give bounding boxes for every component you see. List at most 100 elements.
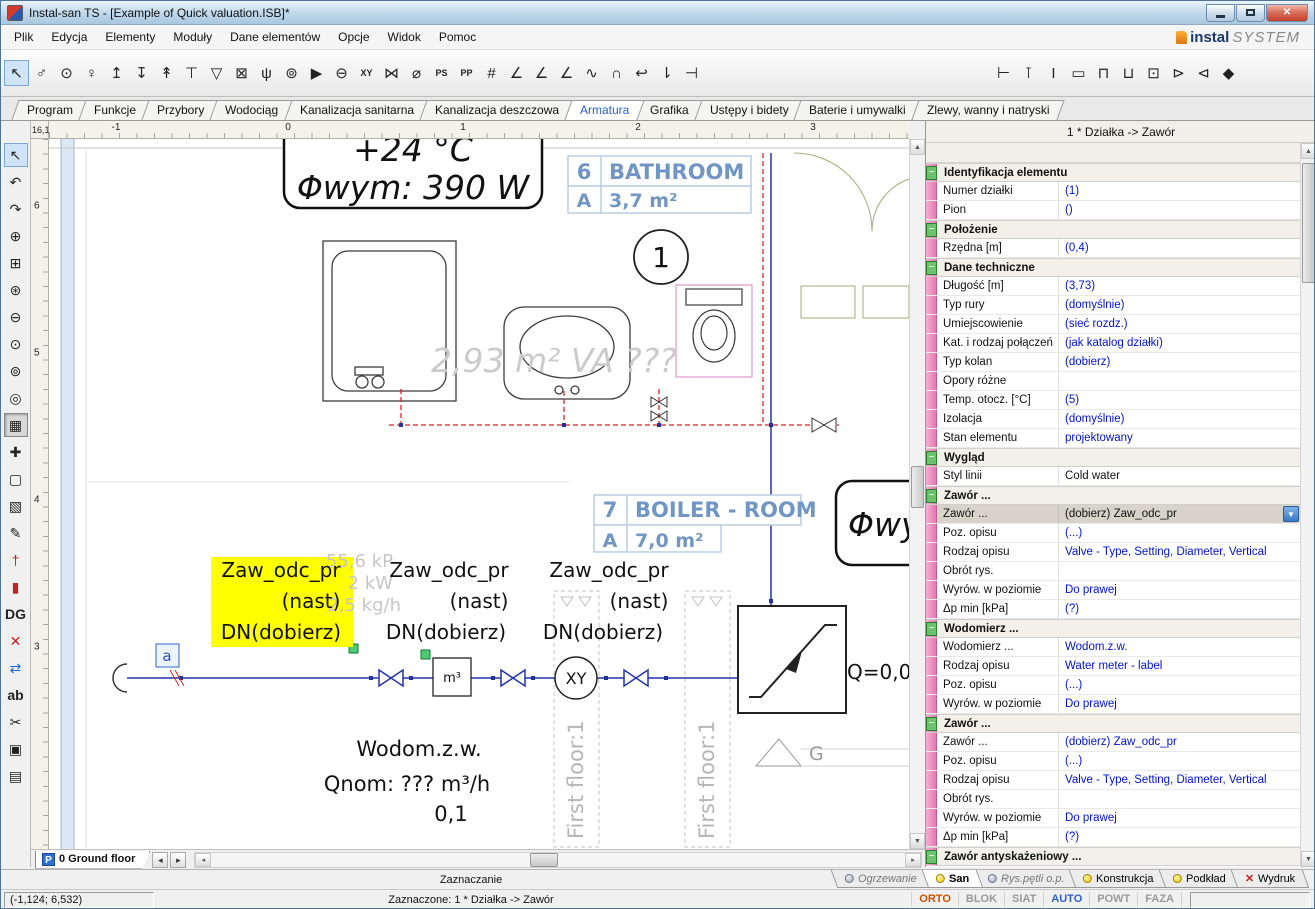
property-value[interactable]: Cold water	[1059, 467, 1300, 485]
select-tool-icon[interactable]: ↖	[4, 143, 28, 167]
layer-tab-wydruk[interactable]: ✕Wydruk	[1230, 870, 1309, 888]
property-numer-działki[interactable]: Numer działki(1)	[926, 182, 1300, 201]
panel-scroll-down-icon[interactable]: ▼	[1301, 851, 1315, 867]
property-value[interactable]: Valve - Type, Setting, Diameter, Vertica…	[1059, 771, 1300, 789]
collapse-icon[interactable]: −	[926, 850, 937, 864]
zoom-out-icon[interactable]: ⊖	[4, 305, 28, 329]
hydrant-icon[interactable]: ψ	[254, 60, 279, 86]
property-p-min-kpa[interactable]: Δp min [kPa](?)	[926, 600, 1300, 619]
zoom-previous-icon[interactable]: ⊚	[4, 359, 28, 383]
scroll-left-icon[interactable]: ◂	[195, 853, 211, 867]
copy-icon[interactable]: ▣	[4, 737, 28, 761]
pan-icon[interactable]: ✚	[4, 440, 28, 464]
property-pion[interactable]: Pion()	[926, 201, 1300, 220]
menu-moduły[interactable]: Moduły	[164, 26, 221, 48]
property-wyrów-w-poziomie[interactable]: Wyrów. w poziomieDo prawej	[926, 695, 1300, 714]
scroll-down-icon[interactable]: ▼	[910, 833, 925, 849]
panel-scroll-thumb[interactable]	[1302, 163, 1315, 283]
layer-tab-ogrzewanie[interactable]: Ogrzewanie	[831, 870, 931, 888]
double-tap-icon[interactable]: ♀	[79, 60, 104, 86]
return-bend-icon[interactable]: ↩	[629, 60, 654, 86]
property-value[interactable]: projektowany	[1059, 429, 1300, 447]
close-button[interactable]: ✕	[1266, 4, 1308, 22]
zoom-100-icon[interactable]: ⊙	[4, 332, 28, 356]
zoom-window-icon[interactable]: ⊞	[4, 251, 28, 275]
tab-funkcje[interactable]: Funkcje	[78, 100, 151, 120]
drop-icon[interactable]: ⇂	[654, 60, 679, 86]
property-value[interactable]: (...)	[1059, 524, 1300, 542]
cut-icon[interactable]: ✂	[4, 710, 28, 734]
riser-up-icon[interactable]: ↥	[104, 60, 129, 86]
valve-icon[interactable]: ⋈	[379, 60, 404, 86]
property-obrót-rys[interactable]: Obrót rys.	[926, 562, 1300, 581]
property-typ-rury[interactable]: Typ rury(domyślnie)	[926, 296, 1300, 315]
bend-60-icon[interactable]: ∠	[554, 60, 579, 86]
collapse-icon[interactable]: −	[926, 261, 937, 275]
property-długość-m[interactable]: Długość [m](3,73)	[926, 277, 1300, 296]
toggle-powt[interactable]: POWT	[1090, 892, 1138, 906]
section-położenie[interactable]: −Położenie	[926, 220, 1300, 239]
property-value[interactable]: (jak katalog działki)	[1059, 334, 1300, 352]
layer-tab-podkład[interactable]: Podkład	[1159, 870, 1240, 888]
property-wyrów-w-poziomie[interactable]: Wyrów. w poziomieDo prawej	[926, 581, 1300, 600]
property-poz-opisu[interactable]: Poz. opisu(...)	[926, 752, 1300, 771]
property-value[interactable]: Do prawej	[1059, 695, 1300, 713]
property-value[interactable]	[1059, 790, 1300, 808]
property-stan-elementu[interactable]: Stan elementuprojektowany	[926, 429, 1300, 448]
layer-tab-rys-pętli-o-p[interactable]: Rys.pętli o.p.	[973, 870, 1078, 888]
property-poz-opisu[interactable]: Poz. opisu(...)	[926, 524, 1300, 543]
dropdown-button[interactable]: ▼	[1283, 506, 1299, 522]
section-zawór[interactable]: −Zawór ...	[926, 714, 1300, 733]
property-temp-otocz-c[interactable]: Temp. otocz. [°C](5)	[926, 391, 1300, 410]
boxed-dot-icon[interactable]: ⊡	[1141, 60, 1166, 86]
restore-button[interactable]	[1236, 4, 1265, 22]
toggle-faza[interactable]: FAZA	[1138, 892, 1182, 906]
property-rodzaj-opisu[interactable]: Rodzaj opisuValve - Type, Setting, Diame…	[926, 543, 1300, 562]
reducer-right-icon[interactable]: ⊳	[1166, 60, 1191, 86]
vertical-scroll-thumb[interactable]	[911, 466, 924, 508]
select-region-icon[interactable]: ▧	[4, 494, 28, 518]
diameter-icon[interactable]: ⌀	[404, 60, 429, 86]
property-value[interactable]: (dobierz) Zaw_odc_pr▼	[1059, 505, 1300, 523]
property-value[interactable]: (domyślnie)	[1059, 296, 1300, 314]
select-rect-icon[interactable]: ▢	[4, 467, 28, 491]
pipe-cap-icon[interactable]: ⊤	[179, 60, 204, 86]
ab-labels-icon[interactable]: ab	[4, 683, 28, 707]
boiler-symbol[interactable]	[738, 606, 846, 713]
tab-program[interactable]: Program	[11, 100, 88, 120]
floor-tab-ground[interactable]: P 0 Ground floor	[35, 851, 150, 869]
bend-30-icon[interactable]: ∠	[504, 60, 529, 86]
collapse-icon[interactable]: −	[926, 451, 937, 465]
property-rodzaj-opisu[interactable]: Rodzaj opisuWater meter - label	[926, 657, 1300, 676]
property-value[interactable]	[1059, 372, 1300, 390]
collapse-icon[interactable]: −	[926, 489, 937, 503]
sprinkler-icon[interactable]: ⊚	[279, 60, 304, 86]
bracket-close-icon[interactable]: ⊔	[1116, 60, 1141, 86]
next-floor-button[interactable]: ▸	[170, 852, 186, 868]
paste-icon[interactable]: ▤	[4, 764, 28, 788]
collapse-icon[interactable]: −	[926, 166, 937, 180]
tab-kanalizacja-deszczowa[interactable]: Kanalizacja deszczowa	[419, 100, 574, 120]
property-value[interactable]: Do prawej	[1059, 581, 1300, 599]
property-rodzaj-opisu[interactable]: Rodzaj opisuValve - Type, Setting, Diame…	[926, 771, 1300, 790]
tab-przybory[interactable]: Przybory	[141, 100, 220, 120]
property-value[interactable]: (?)	[1059, 828, 1300, 846]
property-value[interactable]: (0,4)	[1059, 239, 1300, 257]
property-value[interactable]: Water meter - label	[1059, 657, 1300, 675]
property-obrót-rys[interactable]: Obrót rys.	[926, 790, 1300, 809]
delete-icon[interactable]: ✕	[4, 629, 28, 653]
flex-pipe-icon[interactable]: ∿	[579, 60, 604, 86]
toggle-blok[interactable]: BLOK	[959, 892, 1005, 906]
shield-icon[interactable]: ◆	[1216, 60, 1241, 86]
property-value[interactable]: Valve - Type, Setting, Diameter, Vertica…	[1059, 543, 1300, 561]
pump-icon[interactable]: ▶	[304, 60, 329, 86]
vent-pipe-icon[interactable]: ↟	[154, 60, 179, 86]
layer-tab-konstrukcja[interactable]: Konstrukcja	[1069, 870, 1168, 888]
section-zawór[interactable]: −Zawór ...	[926, 486, 1300, 505]
panel-scrollbar[interactable]: ▲ ▼	[1300, 143, 1315, 867]
section-identyfikacja-elementu[interactable]: −Identyfikacja elementu	[926, 163, 1300, 182]
menu-plik[interactable]: Plik	[5, 26, 42, 48]
align-edge-icon[interactable]: ⊢	[991, 60, 1016, 86]
tab-ustępy-i-bidety[interactable]: Ustępy i bidety	[694, 100, 804, 120]
property-styl-linii[interactable]: Styl liniiCold water	[926, 467, 1300, 486]
